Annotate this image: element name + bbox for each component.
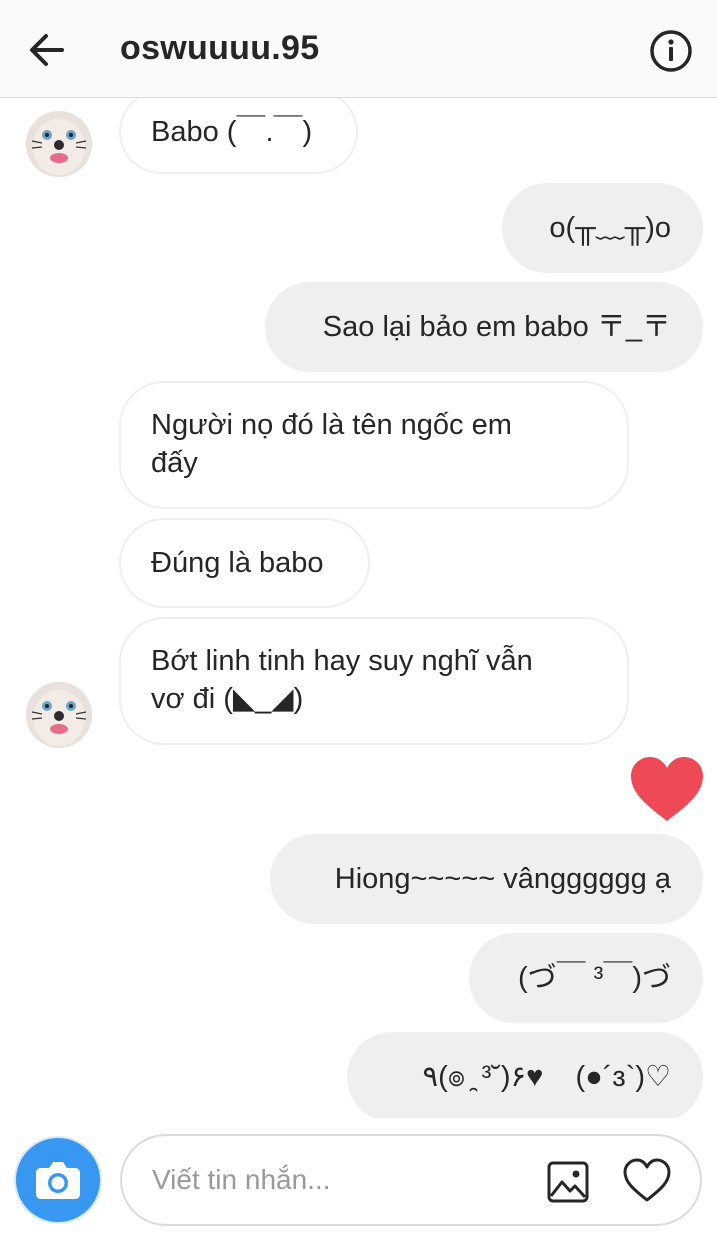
avatar[interactable] bbox=[26, 682, 92, 748]
gallery-icon bbox=[547, 1161, 589, 1203]
message-text: (づ￣ ³￣)づ bbox=[517, 962, 671, 994]
message-text-line: đấy bbox=[151, 447, 198, 479]
avatar[interactable] bbox=[26, 111, 92, 177]
gallery-button[interactable] bbox=[546, 1160, 590, 1204]
message-bubble-outgoing[interactable]: Hiong~~~~~ vângggggg ạ bbox=[270, 834, 703, 924]
message-input[interactable]: Viết tin nhắn... bbox=[120, 1134, 702, 1226]
arrow-left-icon bbox=[30, 34, 64, 66]
message-text: ٩(๏ ̯ ³˘)۶♥ (●´ɜ`)♡ bbox=[422, 1061, 671, 1093]
message-text: Hiong~~~~~ vângggggg ạ bbox=[334, 863, 671, 895]
message-composer: Viết tin nhắn... bbox=[0, 1118, 717, 1243]
chat-title-username[interactable]: oswuuuu.95 bbox=[120, 29, 319, 68]
message-text: o(╥﹏╥)o bbox=[549, 212, 671, 244]
chat-header: oswuuuu.95 bbox=[0, 0, 717, 98]
message-bubble-outgoing[interactable]: o(╥﹏╥)o bbox=[502, 183, 703, 273]
message-bubble-outgoing[interactable]: ٩(๏ ̯ ³˘)۶♥ (●´ɜ`)♡ bbox=[347, 1032, 703, 1118]
like-button[interactable] bbox=[622, 1158, 672, 1204]
camera-button[interactable] bbox=[16, 1138, 100, 1222]
message-text-line: Người nọ đó là tên ngốc em bbox=[151, 409, 512, 441]
heart-outline-icon bbox=[623, 1158, 671, 1202]
message-bubble-incoming[interactable]: Babo (￣.￣) bbox=[119, 98, 358, 174]
message-bubble-incoming[interactable]: Đúng là babo bbox=[119, 518, 370, 608]
back-button[interactable] bbox=[22, 26, 72, 76]
message-bubble-outgoing[interactable]: (づ￣ ³￣)づ bbox=[469, 933, 703, 1023]
message-bubble-outgoing[interactable]: Sao lại bảo em babo 〒_〒 bbox=[265, 282, 703, 372]
message-bubble-incoming[interactable]: Người nọ đó là tên ngốc em đấy bbox=[119, 381, 629, 509]
avatar-face-icon bbox=[26, 682, 92, 748]
message-input-placeholder: Viết tin nhắn... bbox=[152, 1164, 331, 1195]
message-text-line: vơ đi (◣_◢) bbox=[151, 683, 304, 715]
message-bubble-incoming[interactable]: Bớt linh tinh hay suy nghĩ vẫn vơ đi (◣_… bbox=[119, 617, 629, 745]
message-thread[interactable]: Babo (￣.￣) o(╥﹏╥)o Sao lại bảo em babo 〒… bbox=[0, 98, 717, 1118]
message-text: Đúng là babo bbox=[151, 547, 324, 579]
info-button[interactable] bbox=[646, 26, 696, 76]
message-text: Sao lại bảo em babo 〒_〒 bbox=[322, 311, 671, 343]
message-text-line: Bớt linh tinh hay suy nghĩ vẫn bbox=[151, 645, 533, 677]
avatar-face-icon bbox=[26, 111, 92, 177]
info-circle-icon bbox=[650, 30, 692, 72]
camera-icon bbox=[36, 1162, 80, 1199]
message-text: Babo (￣.￣) bbox=[151, 116, 313, 148]
heart-filled-icon[interactable] bbox=[628, 755, 706, 825]
